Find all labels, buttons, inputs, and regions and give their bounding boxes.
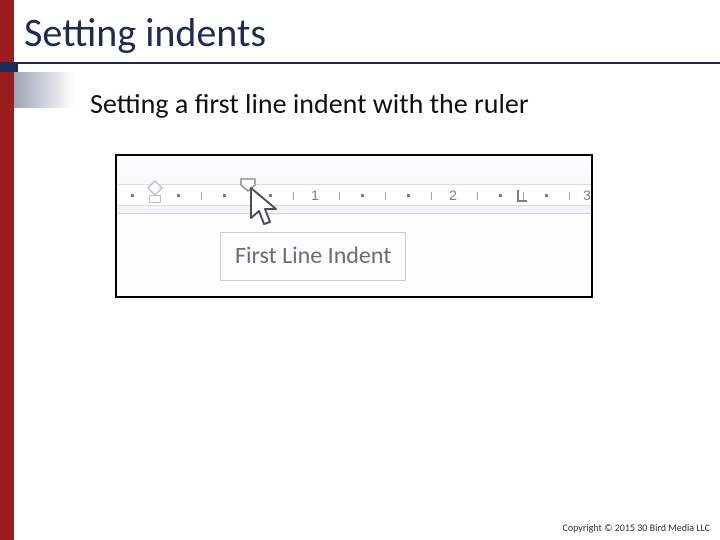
copyright-text: Copyright © 2015 30 Bird Media LLC [563,521,711,534]
title-underline [18,62,720,64]
left-indent-marker-icon[interactable] [147,180,163,206]
word-ruler[interactable]: 1 2 3 [117,184,591,206]
ruler-number-2: 2 [449,187,457,203]
slide-title: Setting indents [24,8,266,57]
left-accent-strip [0,0,14,540]
slide-subtitle: Setting a first line indent with the rul… [90,86,529,121]
first-line-indent-marker-icon[interactable] [240,178,256,192]
ruler-number-3: 3 [583,187,591,203]
first-line-indent-tooltip: First Line Indent [220,232,406,281]
title-underline-left [0,62,18,72]
ruler-tab-stop-icon[interactable] [517,190,527,202]
ruler-screenshot: 1 2 3 First Line Indent [115,154,593,298]
title-fade-block [14,72,74,108]
ruler-number-1: 1 [311,187,319,203]
